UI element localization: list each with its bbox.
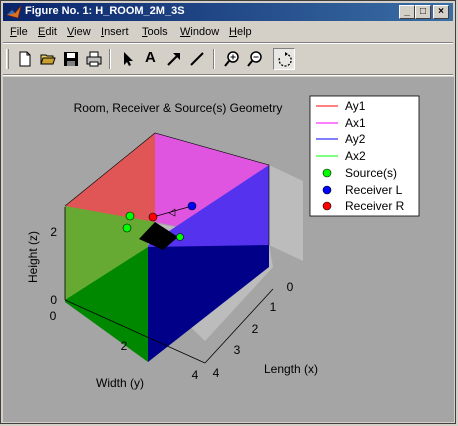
line-icon xyxy=(190,52,204,66)
minimize-icon: _ xyxy=(404,6,410,17)
legend-label-ax1: Ax1 xyxy=(345,116,366,130)
y-tick-label: 0 xyxy=(50,309,57,323)
text-icon: A xyxy=(145,49,156,66)
title-bar[interactable]: Figure No. 1: H_ROOM_2M_3S _ □ × xyxy=(3,3,453,21)
source-marker xyxy=(125,211,135,221)
legend-swatch-source xyxy=(322,168,332,178)
close-icon: × xyxy=(438,6,444,17)
zoom-out-button[interactable] xyxy=(244,48,266,70)
z-tick-label: 2 xyxy=(50,225,57,239)
menu-bar: File Edit View Insert Tools Window Help xyxy=(3,23,453,42)
x-tick-label: 3 xyxy=(234,343,241,357)
select-arrow-icon xyxy=(124,52,133,66)
menu-help[interactable]: Help xyxy=(229,26,252,38)
select-tool-button[interactable] xyxy=(117,48,139,70)
receiver-right-marker xyxy=(148,212,158,222)
legend-label-receiver-right: Receiver R xyxy=(345,199,405,213)
figure-toolbar: A xyxy=(3,45,453,73)
menu-insert[interactable]: Insert xyxy=(101,26,129,38)
legend-label-ay2: Ay2 xyxy=(345,132,366,146)
arrow-icon xyxy=(167,53,180,66)
menu-window[interactable]: Window xyxy=(180,26,219,38)
window-title: Figure No. 1: H_ROOM_2M_3S xyxy=(25,5,185,17)
legend-label-ay1: Ay1 xyxy=(345,99,366,113)
close-button[interactable]: × xyxy=(433,5,449,19)
menu-tools[interactable]: Tools xyxy=(142,26,168,38)
legend-swatch-receiver-right xyxy=(322,201,332,211)
zoom-in-icon xyxy=(224,51,239,67)
z-axis-label: Height (z) xyxy=(26,231,40,283)
x-tick-label: 2 xyxy=(252,322,259,336)
legend-label-receiver-left: Receiver L xyxy=(345,183,403,197)
legend-label-ax2: Ax2 xyxy=(345,149,366,163)
receiver-left-marker xyxy=(187,201,197,211)
axes-3d[interactable]: 0 1 2 3 4 0 2 4 0 2 Room, Receiver & Sou… xyxy=(3,77,454,422)
save-file-button[interactable] xyxy=(60,48,82,70)
insert-text-button[interactable]: A xyxy=(140,48,162,70)
legend-label-source: Source(s) xyxy=(345,166,397,180)
maximize-button[interactable]: □ xyxy=(415,5,431,19)
x-axis-label: Length (x) xyxy=(264,362,318,376)
new-figure-button[interactable] xyxy=(14,48,36,70)
zoom-out-icon xyxy=(247,51,262,67)
x-tick-label: 4 xyxy=(213,366,220,380)
menu-file[interactable]: File xyxy=(10,26,28,38)
x-tick-label: 0 xyxy=(287,280,294,294)
toolbar-separator-line xyxy=(3,74,453,76)
toolbar-separator-2 xyxy=(213,49,215,69)
floor-right xyxy=(148,245,269,362)
legend-swatch-receiver-left xyxy=(322,185,332,195)
back-wall-right xyxy=(269,165,303,261)
y-axis-label: Width (y) xyxy=(96,376,144,390)
x-tick-label: 1 xyxy=(270,300,277,314)
source-marker xyxy=(122,223,132,233)
rotate-icon xyxy=(278,52,292,67)
save-icon xyxy=(64,52,78,66)
toolbar-grip[interactable] xyxy=(6,49,9,69)
plot-title: Room, Receiver & Source(s) Geometry xyxy=(74,101,283,115)
insert-arrow-button[interactable] xyxy=(163,48,185,70)
print-icon xyxy=(86,51,102,67)
insert-line-button[interactable] xyxy=(186,48,208,70)
matlab-logo-icon xyxy=(6,5,22,19)
y-tick-label: 4 xyxy=(192,368,199,382)
figure-window: Figure No. 1: H_ROOM_2M_3S _ □ × File Ed… xyxy=(0,0,456,424)
source-marker xyxy=(176,233,184,241)
menu-edit[interactable]: Edit xyxy=(38,26,57,38)
menu-separator xyxy=(3,42,453,44)
y-tick-label: 2 xyxy=(121,339,128,353)
print-button[interactable] xyxy=(83,48,105,70)
figure-canvas[interactable]: 0 1 2 3 4 0 2 4 0 2 Room, Receiver & Sou… xyxy=(3,77,454,422)
z-tick-label: 0 xyxy=(50,293,57,307)
rotate-3d-button[interactable] xyxy=(273,48,295,70)
open-icon xyxy=(40,54,56,65)
open-file-button[interactable] xyxy=(37,48,59,70)
maximize-icon: □ xyxy=(419,6,427,17)
zoom-in-button[interactable] xyxy=(221,48,243,70)
new-icon xyxy=(19,51,31,67)
toolbar-separator xyxy=(109,49,111,69)
menu-view[interactable]: View xyxy=(67,26,91,38)
minimize-button[interactable]: _ xyxy=(399,5,415,19)
